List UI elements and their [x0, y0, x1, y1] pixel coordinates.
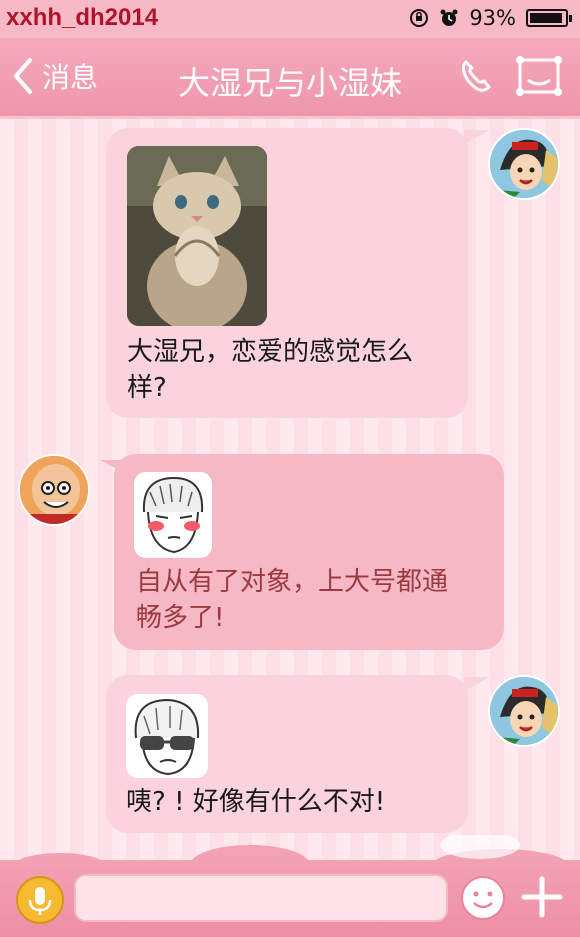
- message-line: 畅多了!: [136, 603, 225, 633]
- battery-percent: 93%: [469, 6, 516, 30]
- message-line: 大湿兄，恋爱的感觉怎么: [127, 337, 414, 367]
- blushing-manga-face-image: [134, 472, 212, 558]
- message-line: 样?: [127, 373, 167, 403]
- sunglasses-manga-face-image: [126, 694, 208, 778]
- emoji-icon[interactable]: [460, 875, 506, 921]
- composer-bar: [0, 860, 580, 937]
- voice-button[interactable]: [16, 876, 64, 924]
- message-line: 咦? ! 好像有什么不对!: [126, 787, 386, 817]
- rotation-lock-icon: [410, 9, 429, 27]
- chat-header: 消息 大湿兄与小湿妹: [0, 38, 580, 119]
- battery-icon: [526, 9, 572, 27]
- message-line: 自从有了对象，上大号都通: [136, 567, 449, 597]
- profile-card-icon[interactable]: [516, 56, 562, 96]
- microphone-icon: [28, 887, 52, 915]
- message-text-1: 大湿兄，恋爱的感觉怎么 样?: [127, 334, 413, 406]
- sunglasses-sticker[interactable]: [126, 694, 208, 778]
- phone-icon[interactable]: [456, 56, 496, 96]
- blushing-sticker[interactable]: [134, 472, 212, 558]
- plus-icon[interactable]: [520, 875, 564, 919]
- status-bar: xxhh_dh2014 93%: [0, 0, 580, 38]
- alarm-icon: [440, 9, 458, 26]
- message-input[interactable]: [74, 874, 448, 922]
- praying-kitten-image: [127, 146, 267, 326]
- avatar-big-brother[interactable]: [18, 454, 90, 526]
- avatar-little-sister[interactable]: [488, 128, 560, 200]
- avatar-little-sister[interactable]: [488, 675, 560, 747]
- message-text-2: 自从有了对象，上大号都通 畅多了!: [136, 564, 448, 636]
- battery-level-fill: [530, 13, 562, 23]
- kitten-sticker[interactable]: [127, 146, 267, 326]
- watermark-text: xxhh_dh2014: [6, 4, 159, 31]
- message-text-3: 咦? ! 好像有什么不对!: [126, 784, 385, 820]
- bubble-tail-2: [100, 460, 126, 474]
- bubble-tail-3: [464, 677, 490, 691]
- bubble-tail-1: [464, 130, 490, 144]
